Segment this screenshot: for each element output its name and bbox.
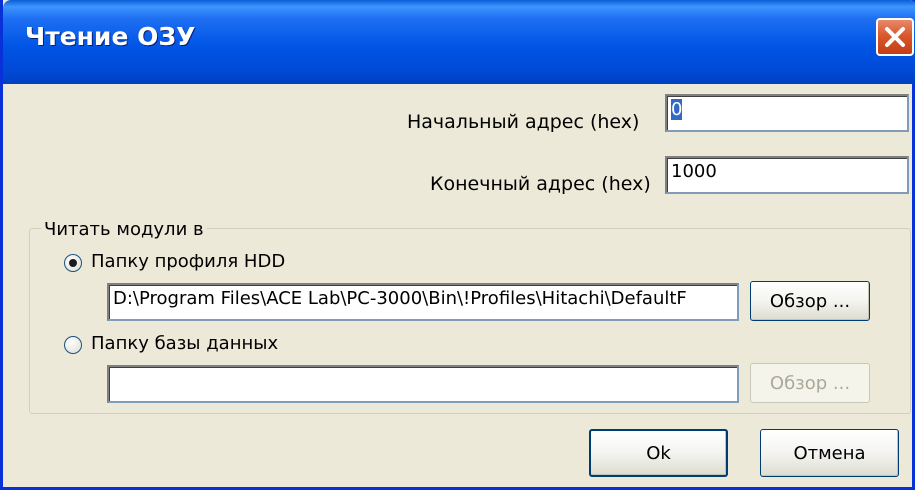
hdd-profile-label[interactable]: Папку профиля HDD <box>91 251 285 272</box>
hdd-profile-radio[interactable] <box>64 254 82 272</box>
close-button[interactable] <box>876 18 914 56</box>
start-address-label: Начальный адрес (hex) <box>407 111 640 133</box>
database-radio[interactable] <box>64 336 82 354</box>
title-bar[interactable]: Чтение ОЗУ <box>3 0 915 84</box>
close-icon <box>885 27 905 47</box>
database-path-input[interactable] <box>107 365 739 403</box>
end-address-label: Конечный адрес (hex) <box>430 173 651 195</box>
start-address-value: 0 <box>671 99 683 120</box>
read-modules-legend: Читать модули в <box>41 219 207 240</box>
window-title: Чтение ОЗУ <box>25 22 196 51</box>
start-address-input[interactable]: 0 <box>665 94 909 132</box>
cancel-button[interactable]: Отмена <box>760 429 899 477</box>
ok-button[interactable]: Ok <box>589 429 728 477</box>
hdd-profile-browse-button[interactable]: Обзор ... <box>750 281 870 321</box>
end-address-input[interactable]: 1000 <box>665 156 909 194</box>
hdd-profile-path-input[interactable]: D:\Program Files\ACE Lab\PC-3000\Bin\!Pr… <box>107 283 739 321</box>
dialog-body: Начальный адрес (hex) 0 Конечный адрес (… <box>6 84 915 490</box>
database-label[interactable]: Папку базы данных <box>91 333 278 354</box>
database-browse-button[interactable]: Обзор ... <box>750 363 870 403</box>
dialog-window: Чтение ОЗУ Начальный адрес (hex) 0 Конеч… <box>0 0 915 490</box>
